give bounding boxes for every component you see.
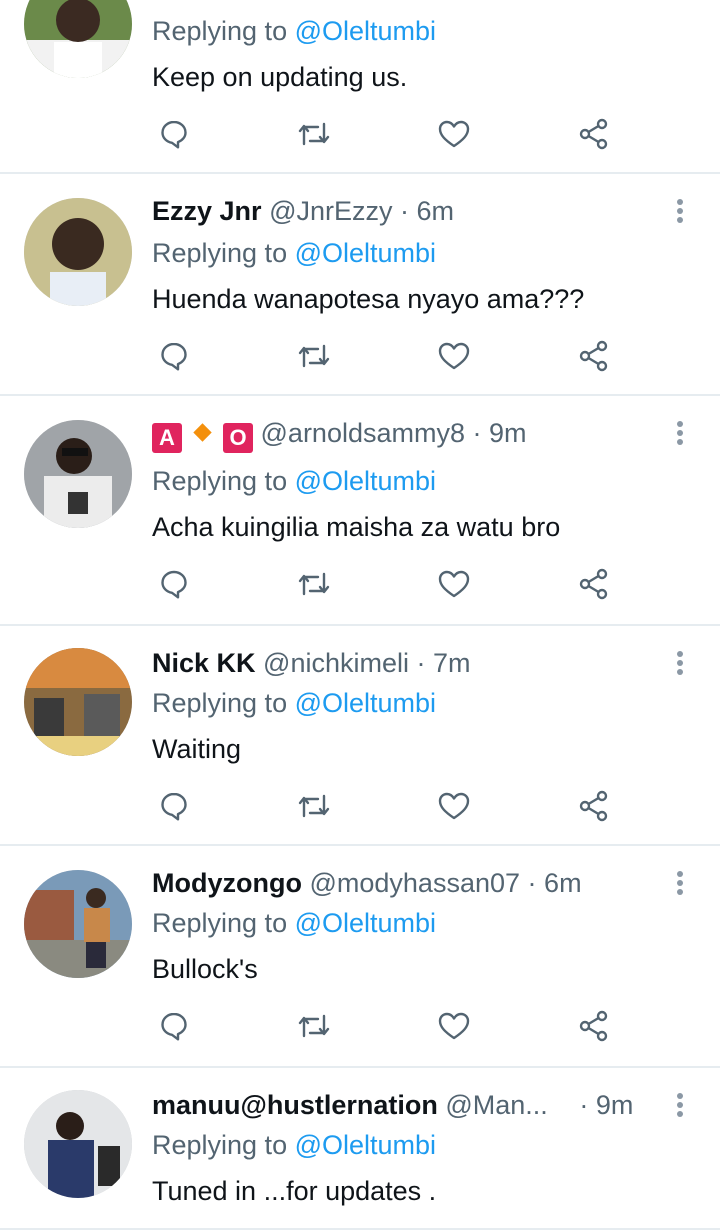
retweet-icon[interactable]	[294, 1006, 334, 1046]
like-icon[interactable]	[434, 114, 474, 154]
tweet-actions	[152, 564, 622, 604]
separator-dot: ·	[472, 418, 482, 448]
more-options-icon[interactable]	[670, 196, 690, 228]
like-icon[interactable]	[434, 786, 474, 826]
tweet-actions	[152, 786, 622, 826]
tweet-text: Keep on updating us.	[152, 62, 408, 92]
reply-mention[interactable]: @Oleltumbi	[295, 908, 436, 938]
more-options-icon[interactable]	[670, 1090, 690, 1122]
handle[interactable]: @modyhassan07	[309, 868, 520, 898]
handle[interactable]: @JnrEzzy	[269, 196, 392, 226]
tweet-5[interactable]: manuu@hustlernation @Man... · 9m Replyin…	[0, 1068, 720, 1228]
tweet-header: manuu@hustlernation @Man... · 9m	[152, 1088, 660, 1122]
more-options-icon[interactable]	[670, 868, 690, 900]
reply-icon[interactable]	[154, 1006, 194, 1046]
avatar[interactable]	[24, 648, 132, 756]
orange-diamond-icon	[193, 423, 212, 442]
reply-icon[interactable]	[154, 564, 194, 604]
retweet-icon[interactable]	[294, 336, 334, 376]
tweet-header: Modyzongo @modyhassan07 · 6m	[152, 866, 660, 900]
more-options-icon[interactable]	[670, 648, 690, 680]
tweet-1[interactable]: Ezzy Jnr @JnrEzzy · 6m Replying to @Olel…	[0, 174, 720, 394]
reply-mention[interactable]: @Oleltumbi	[295, 16, 436, 46]
tweet-text: Waiting	[152, 734, 242, 764]
reply-mention[interactable]: @Oleltumbi	[295, 466, 436, 496]
retweet-icon[interactable]	[294, 564, 334, 604]
reply-icon[interactable]	[154, 336, 194, 376]
reply-icon[interactable]	[154, 786, 194, 826]
tweet-text: Tuned in ...for updates .	[152, 1176, 437, 1206]
share-icon[interactable]	[574, 114, 614, 154]
tweet-text: Acha kuingilia maisha za watu bro	[152, 512, 561, 542]
like-icon[interactable]	[434, 1006, 474, 1046]
tweet-text: Huenda wanapotesa nyayo ama???	[152, 284, 585, 314]
more-options-icon[interactable]	[670, 418, 690, 450]
reply-mention[interactable]: @Oleltumbi	[295, 688, 436, 718]
tweet-actions	[152, 114, 622, 154]
display-name[interactable]: Nick KK	[152, 648, 256, 678]
like-icon[interactable]	[434, 336, 474, 376]
timestamp[interactable]: 6m	[417, 196, 455, 226]
separator-dot: ·	[400, 196, 410, 226]
tweet-header: Nick KK @nichkimeli · 7m	[152, 646, 660, 680]
separator-dot: ·	[579, 1090, 589, 1120]
avatar[interactable]	[24, 870, 132, 978]
tweet-text: Bullock's	[152, 954, 258, 984]
reply-mention[interactable]: @Oleltumbi	[295, 238, 436, 268]
display-name[interactable]: manuu@hustlernation	[152, 1090, 438, 1120]
share-icon[interactable]	[574, 786, 614, 826]
replying-to: Replying to @Oleltumbi	[152, 238, 437, 268]
letter-a-badge: A	[152, 423, 182, 453]
handle[interactable]: @Man...	[445, 1090, 547, 1120]
replying-to: Replying to @Oleltumbi	[152, 688, 437, 718]
timestamp[interactable]: 9m	[489, 418, 527, 448]
reply-mention[interactable]: @Oleltumbi	[295, 1130, 436, 1160]
retweet-icon[interactable]	[294, 114, 334, 154]
share-icon[interactable]	[574, 336, 614, 376]
replying-to: Replying to @Oleltumbi	[152, 466, 437, 496]
letter-o-badge: O	[223, 423, 253, 453]
tweet-actions	[152, 1006, 622, 1046]
replying-to: Replying to @Oleltumbi	[152, 1130, 437, 1160]
reply-icon[interactable]	[154, 114, 194, 154]
handle[interactable]: @arnoldsammy8	[261, 418, 465, 448]
avatar[interactable]	[24, 420, 132, 528]
replying-to: Replying to @Oleltumbi	[152, 908, 437, 938]
share-icon[interactable]	[574, 1006, 614, 1046]
tweet-actions	[152, 336, 622, 376]
handle[interactable]: @nichkimeli	[263, 648, 409, 678]
separator-dot: ·	[416, 648, 426, 678]
display-name[interactable]: Modyzongo	[152, 868, 302, 898]
avatar[interactable]	[24, 1090, 132, 1198]
avatar[interactable]	[24, 198, 132, 306]
separator-dot: ·	[527, 868, 537, 898]
tweet-0[interactable]: Replying to @Oleltumbi Keep on updating …	[0, 0, 720, 172]
display-name[interactable]: Ezzy Jnr	[152, 196, 262, 226]
avatar[interactable]	[24, 0, 132, 78]
timestamp[interactable]: 6m	[544, 868, 582, 898]
timestamp[interactable]: 9m	[596, 1090, 634, 1120]
tweet-2[interactable]: A O @arnoldsammy8 · 9m Replying to @Olelt…	[0, 396, 720, 624]
share-icon[interactable]	[574, 564, 614, 604]
tweet-4[interactable]: Modyzongo @modyhassan07 · 6m Replying to…	[0, 846, 720, 1066]
replying-to: Replying to @Oleltumbi	[152, 16, 437, 46]
tweet-3[interactable]: Nick KK @nichkimeli · 7m Replying to @Ol…	[0, 626, 720, 844]
tweet-header: Ezzy Jnr @JnrEzzy · 6m	[152, 194, 660, 228]
tweet-header: A O @arnoldsammy8 · 9m	[152, 416, 660, 453]
like-icon[interactable]	[434, 564, 474, 604]
retweet-icon[interactable]	[294, 786, 334, 826]
timestamp[interactable]: 7m	[433, 648, 471, 678]
